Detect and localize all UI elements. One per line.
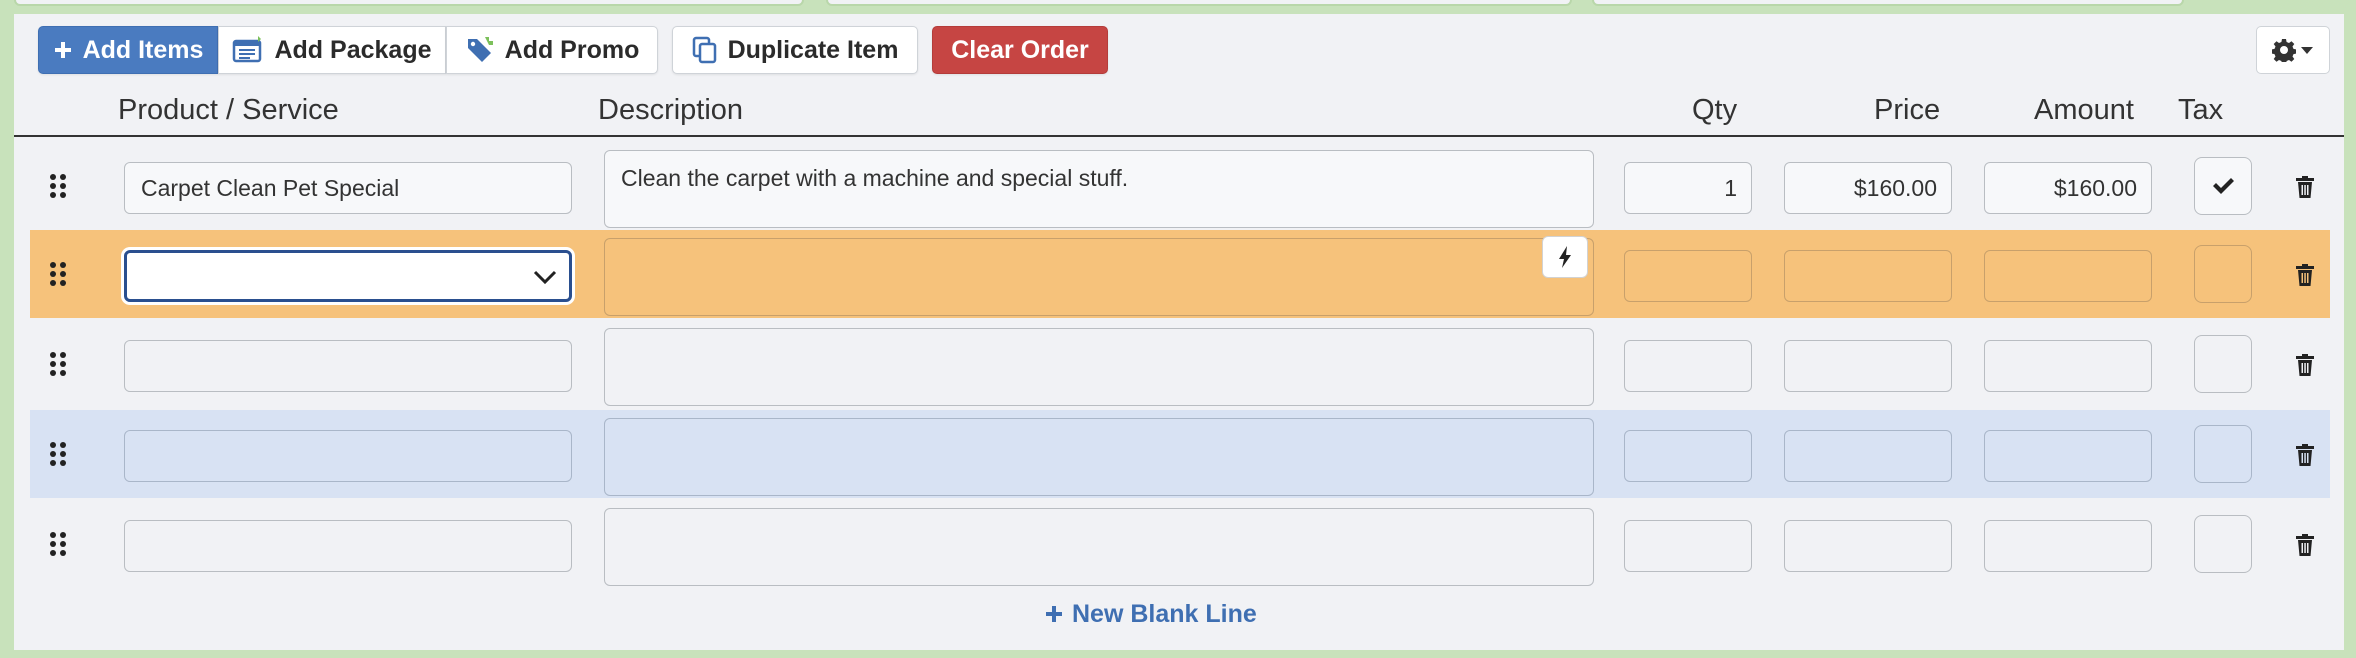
tax-checkbox[interactable]: [2194, 425, 2252, 483]
duplicate-item-label: Duplicate Item: [727, 35, 899, 64]
tax-checkbox[interactable]: [2194, 157, 2252, 215]
amount-input[interactable]: $160.00: [1984, 162, 2152, 214]
header-tax: Tax: [2178, 94, 2224, 126]
description-textarea[interactable]: [604, 418, 1594, 496]
description-textarea[interactable]: [604, 238, 1594, 316]
table-row: [30, 500, 2330, 588]
new-blank-line-label: New Blank Line: [1072, 599, 1257, 628]
description-textarea[interactable]: [604, 508, 1594, 586]
table-row: [30, 410, 2330, 498]
product-input[interactable]: [124, 430, 572, 482]
header-product: Product / Service: [118, 94, 339, 126]
trash-icon[interactable]: [2296, 444, 2314, 466]
check-icon: [2213, 178, 2234, 194]
price-input[interactable]: [1784, 430, 1952, 482]
drag-handle-icon[interactable]: [48, 260, 68, 288]
trash-icon[interactable]: [2296, 534, 2314, 556]
amount-input[interactable]: [1984, 340, 2152, 392]
price-input[interactable]: [1784, 520, 1952, 572]
qty-input[interactable]: 1: [1624, 162, 1752, 214]
package-list-icon: [233, 36, 262, 63]
amount-input[interactable]: [1984, 250, 2152, 302]
header-amount: Amount: [2034, 94, 2134, 126]
caret-down-icon: [2301, 47, 2313, 54]
top-tab-2[interactable]: [826, 0, 1572, 6]
header-qty: Qty: [1692, 94, 1738, 126]
top-tabs: [0, 0, 2356, 8]
product-input[interactable]: Carpet Clean Pet Special: [124, 162, 572, 214]
clear-order-button[interactable]: Clear Order: [932, 26, 1108, 74]
trash-icon[interactable]: [2296, 354, 2314, 376]
amount-input[interactable]: [1984, 430, 2152, 482]
clear-order-label: Clear Order: [951, 35, 1089, 64]
description-textarea[interactable]: Clean the carpet with a machine and spec…: [604, 150, 1594, 228]
trash-icon[interactable]: [2296, 264, 2314, 286]
header-price: Price: [1874, 94, 1941, 126]
gear-icon: [2272, 39, 2296, 62]
drag-handle-icon[interactable]: [48, 350, 68, 378]
product-select[interactable]: [124, 250, 572, 302]
copy-icon: [692, 36, 716, 64]
tag-icon: [467, 37, 493, 62]
tax-checkbox[interactable]: [2194, 515, 2252, 573]
drag-handle-icon[interactable]: [48, 530, 68, 558]
description-textarea[interactable]: [604, 328, 1594, 406]
bolt-icon: [1559, 246, 1571, 268]
trash-icon[interactable]: [2296, 176, 2314, 198]
table-row: [30, 320, 2330, 408]
price-input[interactable]: [1784, 340, 1952, 392]
price-input[interactable]: $160.00: [1784, 162, 1952, 214]
qty-input[interactable]: [1624, 340, 1752, 392]
price-input[interactable]: [1784, 250, 1952, 302]
tax-checkbox[interactable]: [2194, 335, 2252, 393]
qty-input[interactable]: [1624, 430, 1752, 482]
add-promo-button[interactable]: Add Promo: [446, 26, 658, 74]
table-row: [30, 230, 2330, 318]
add-promo-label: Add Promo: [504, 35, 640, 64]
qty-input[interactable]: [1624, 250, 1752, 302]
drag-handle-icon[interactable]: [48, 172, 68, 200]
add-items-button[interactable]: Add Items: [38, 26, 218, 74]
order-items-panel: Add Items Add Package Add Promo Duplicat…: [14, 14, 2344, 650]
chevron-down-icon: [533, 270, 557, 285]
quick-fill-button[interactable]: [1542, 236, 1588, 278]
plus-icon: [1046, 606, 1062, 622]
plus-icon: [54, 42, 71, 58]
top-tab-3[interactable]: [1592, 0, 2184, 6]
settings-dropdown-button[interactable]: [2256, 26, 2330, 74]
table-row: Carpet Clean Pet Special Clean the carpe…: [30, 142, 2330, 230]
add-package-button[interactable]: Add Package: [218, 26, 446, 74]
tax-checkbox[interactable]: [2194, 245, 2252, 303]
product-input[interactable]: [124, 520, 572, 572]
add-items-label: Add Items: [82, 35, 204, 64]
header-divider: [14, 135, 2344, 137]
qty-input[interactable]: [1624, 520, 1752, 572]
product-input[interactable]: [124, 340, 572, 392]
drag-handle-icon[interactable]: [48, 440, 68, 468]
add-package-label: Add Package: [274, 35, 432, 64]
duplicate-item-button[interactable]: Duplicate Item: [672, 26, 918, 74]
amount-input[interactable]: [1984, 520, 2152, 572]
new-blank-line-link[interactable]: New Blank Line: [1044, 598, 1257, 630]
header-description: Description: [598, 94, 744, 126]
top-tab-1[interactable]: [14, 0, 804, 6]
